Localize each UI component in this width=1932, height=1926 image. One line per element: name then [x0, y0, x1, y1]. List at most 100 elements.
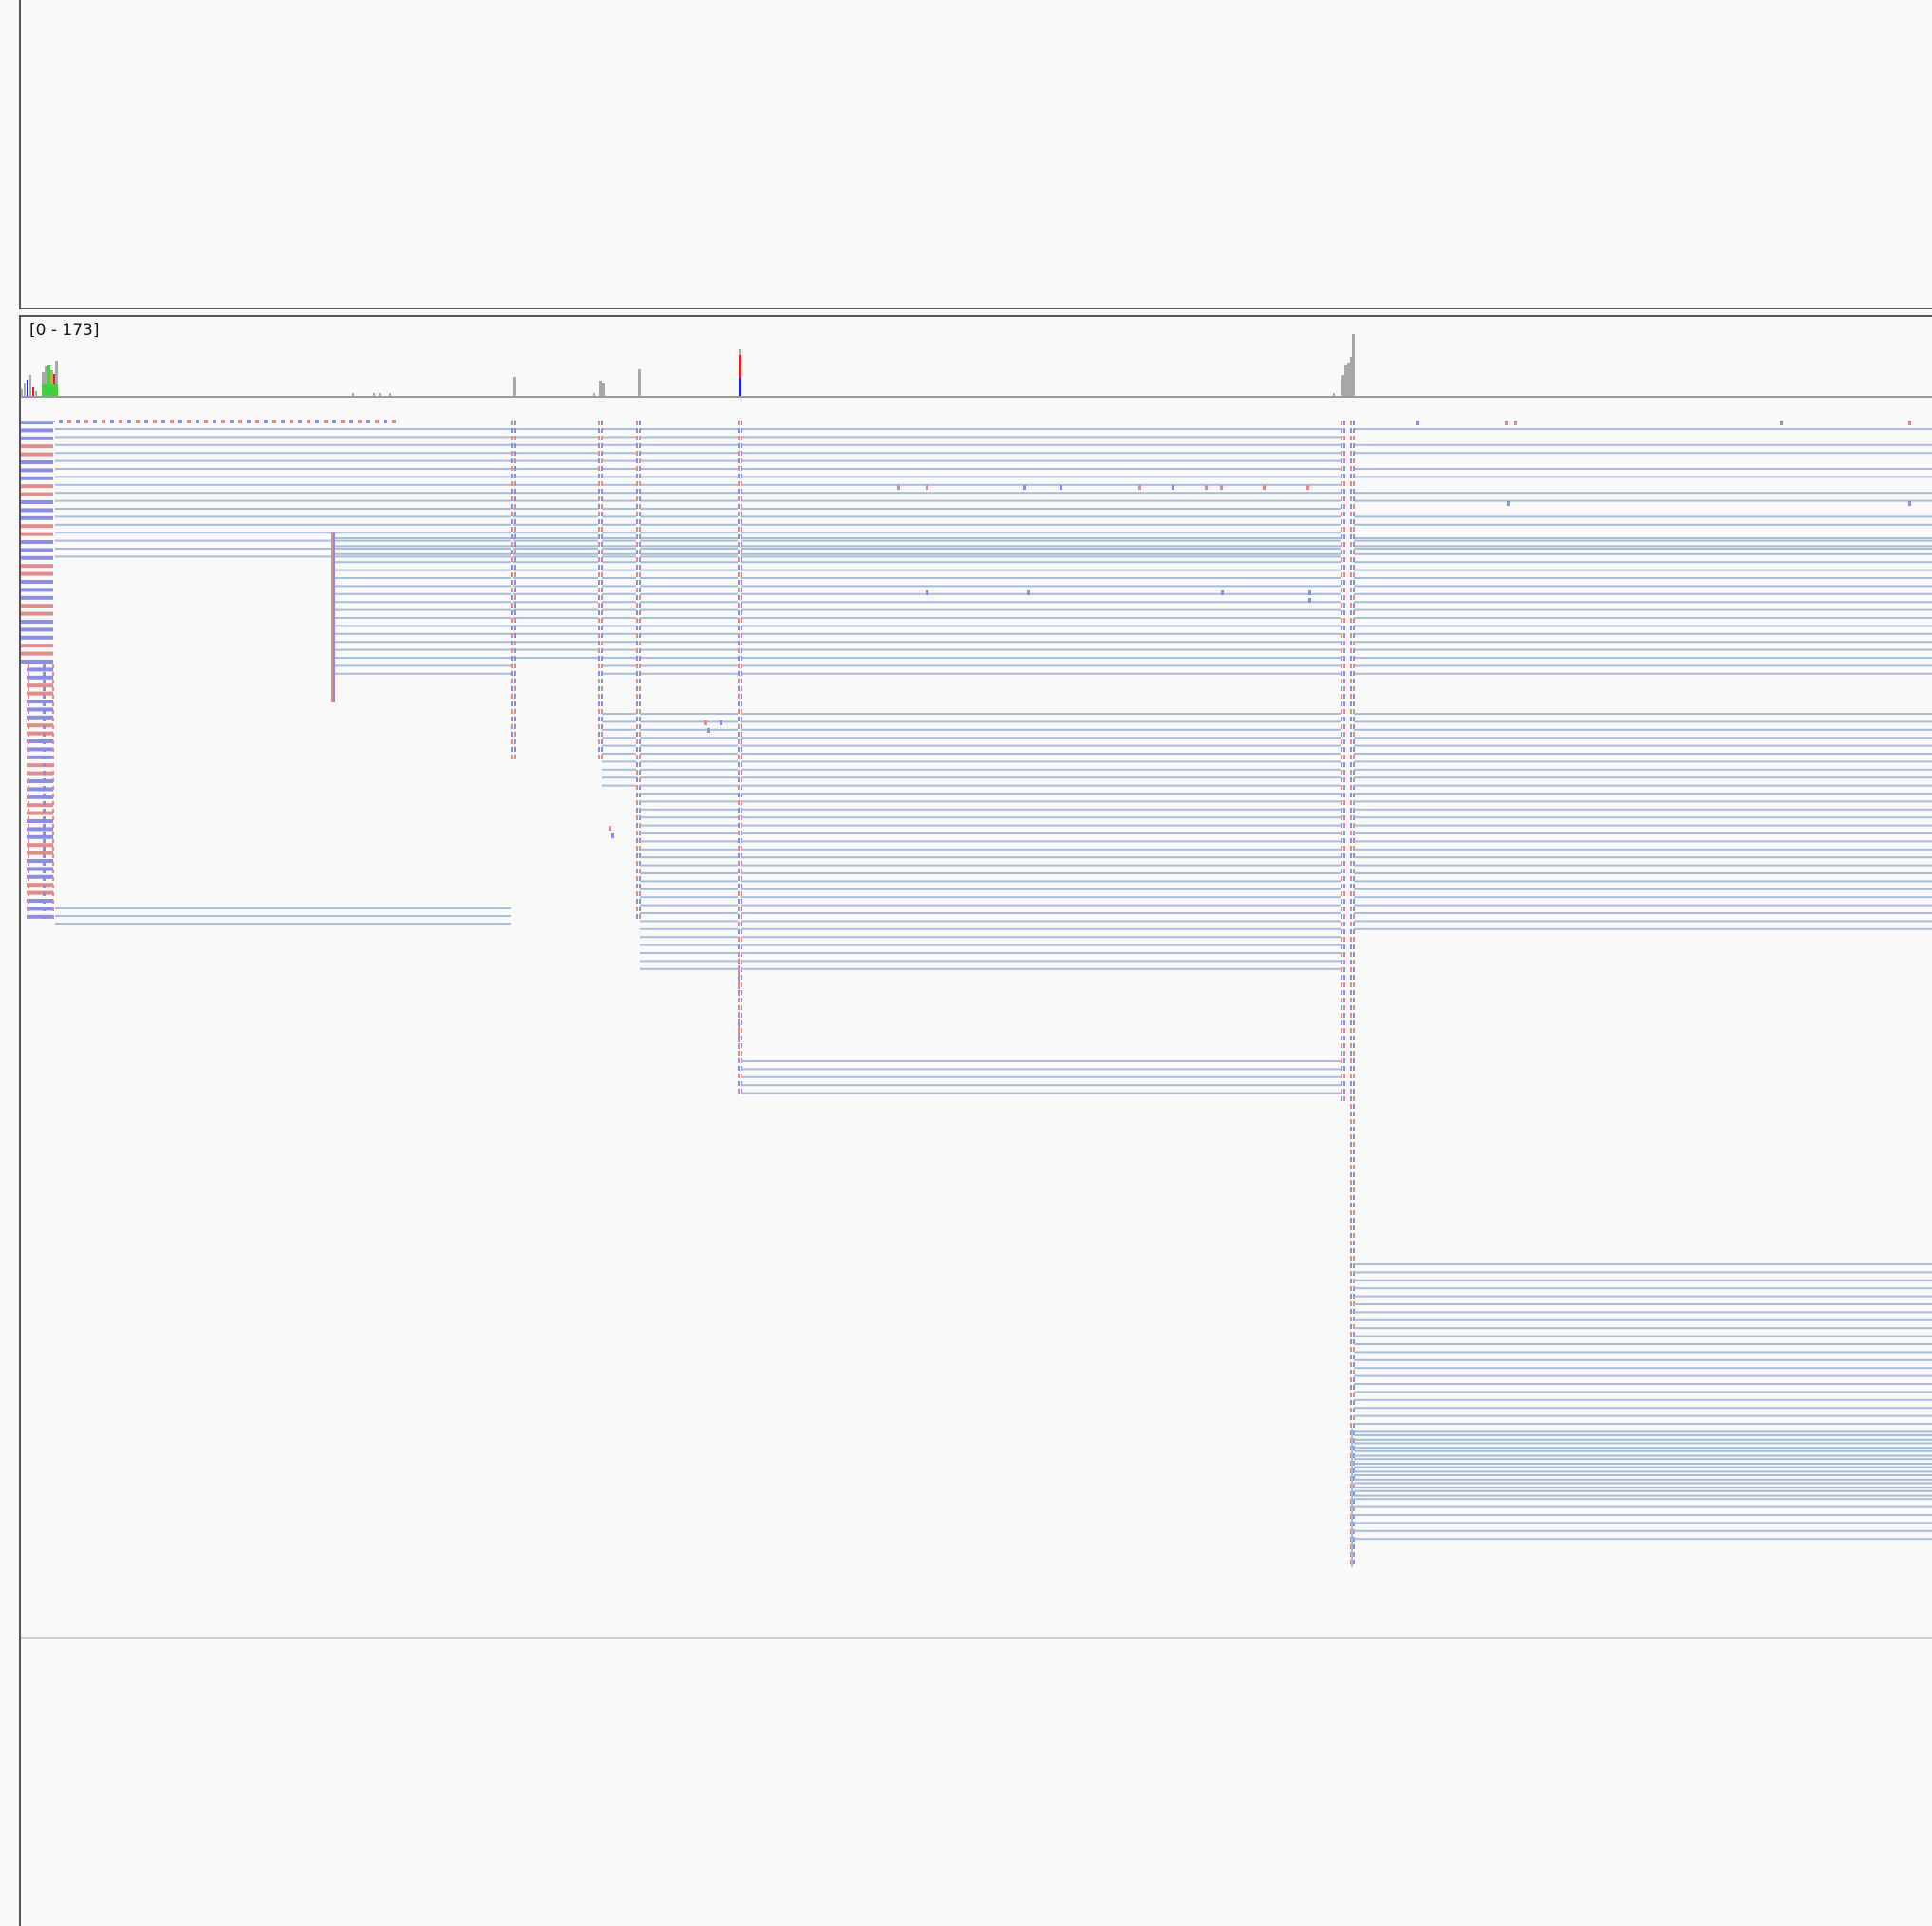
read-block: [636, 656, 638, 661]
read-block: [1343, 534, 1345, 539]
read-block: [21, 428, 53, 433]
spliced-read: [640, 816, 738, 819]
read-block: [52, 900, 54, 904]
read-block: [1353, 1218, 1355, 1223]
spliced-read: [741, 1068, 1341, 1071]
read-block: [636, 443, 638, 448]
read-block: [27, 851, 53, 855]
read-block: [27, 755, 53, 759]
read-block: [1341, 686, 1342, 691]
read-block: [52, 839, 54, 843]
read-block: [27, 667, 53, 672]
read-block: [738, 717, 740, 721]
read-block: [636, 436, 638, 440]
read-block: [511, 580, 513, 585]
read-block: [1343, 861, 1345, 866]
read-block: [1350, 815, 1352, 820]
read-block: [1353, 899, 1355, 904]
read-block: [741, 534, 742, 539]
read-block: [738, 489, 740, 494]
read-block: [639, 451, 641, 456]
spliced-read: [602, 728, 636, 731]
read-block: [1341, 1066, 1342, 1071]
read-block: [213, 420, 216, 423]
read-block: [1350, 1423, 1352, 1428]
read-block: [738, 466, 740, 471]
read-block: [598, 633, 600, 638]
read-block: [738, 838, 740, 843]
read-block: [1353, 1074, 1355, 1078]
read-block: [1353, 1256, 1355, 1261]
spliced-read: [602, 608, 636, 611]
read-block: [1350, 838, 1352, 843]
spliced-read: [640, 960, 738, 963]
read-block: [636, 717, 638, 721]
spliced-read: [741, 912, 1341, 914]
read-block: [601, 603, 603, 608]
read-block: [255, 420, 259, 423]
read-block: [601, 656, 603, 661]
read-block: [601, 580, 603, 585]
spliced-read: [1354, 912, 1932, 914]
read-block: [1343, 846, 1345, 851]
spliced-read: [741, 625, 1341, 627]
spliced-read: [602, 776, 636, 779]
spliced-read: [1354, 1447, 1932, 1449]
read-block: [639, 739, 641, 744]
read-block: [28, 786, 29, 790]
read-alignments[interactable]: [21, 420, 1932, 1639]
spliced-read: [1354, 561, 1932, 564]
read-block: [636, 793, 638, 797]
read-block: [1343, 481, 1345, 486]
read-block: [636, 808, 638, 813]
read-block: [1353, 717, 1355, 721]
read-block: [21, 476, 53, 480]
read-block: [511, 421, 513, 425]
spliced-read: [1354, 1538, 1932, 1541]
alignment-canvas[interactable]: [0, 0, 1932, 1926]
read-block: [1341, 1051, 1342, 1056]
read-block: [1343, 884, 1345, 888]
read-block: [170, 420, 174, 423]
read-block: [598, 755, 600, 759]
read-block: [1341, 1028, 1342, 1033]
spliced-read: [1354, 1514, 1932, 1516]
read-block: [1353, 686, 1355, 691]
spliced-read: [640, 592, 738, 595]
read-block: [1343, 853, 1345, 858]
read-block: [636, 831, 638, 835]
read-block: [511, 436, 513, 440]
read-block: [1341, 489, 1342, 494]
read-block: [514, 648, 516, 653]
read-block: [639, 489, 641, 494]
read-block: [738, 965, 740, 969]
spliced-read: [513, 569, 598, 571]
spliced-read: [640, 952, 738, 954]
read-block: [1350, 588, 1352, 592]
read-block: [741, 565, 742, 570]
read-block: [1350, 1051, 1352, 1056]
read-block: [1341, 641, 1342, 645]
spliced-read: [741, 508, 1341, 510]
read-block: [1350, 664, 1352, 668]
read-block: [1353, 1385, 1355, 1390]
read-block: [598, 588, 600, 592]
spliced-read: [513, 545, 598, 548]
read-block: [738, 899, 740, 904]
read-block: [1350, 982, 1352, 987]
read-block: [1343, 770, 1345, 775]
read-block: [738, 550, 740, 554]
read-block: [601, 610, 603, 615]
read-block: [598, 717, 600, 721]
spliced-read: [513, 577, 598, 579]
read-block: [1341, 967, 1342, 972]
read-block: [1353, 724, 1355, 729]
read-block: [1341, 770, 1342, 775]
read-block: [1350, 1028, 1352, 1033]
read-block: [1350, 1294, 1352, 1299]
spliced-read: [640, 713, 738, 715]
read-block: [741, 891, 742, 896]
coverage-bar: [35, 391, 37, 396]
read-block: [1350, 967, 1352, 972]
read-block: [27, 795, 53, 799]
